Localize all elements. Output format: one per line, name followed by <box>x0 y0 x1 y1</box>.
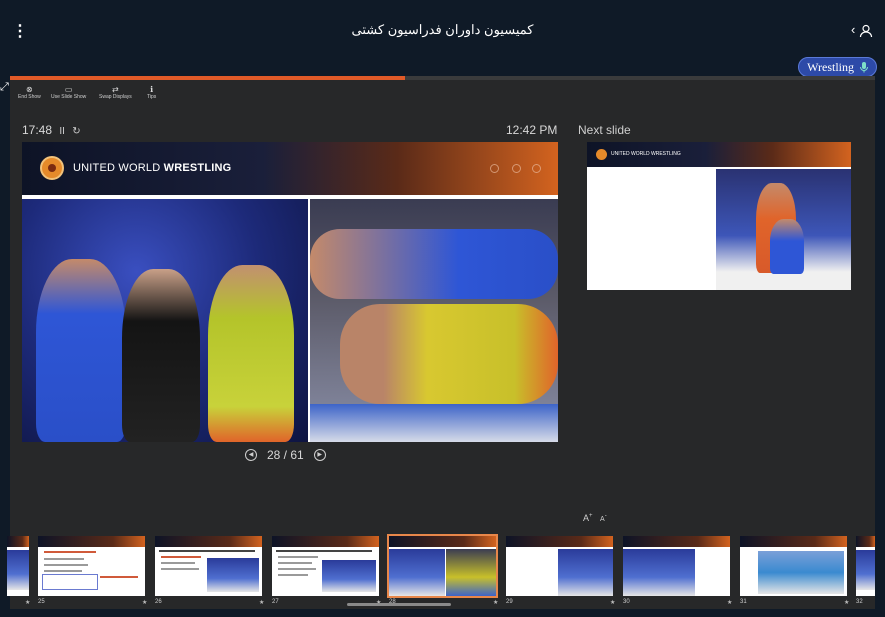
top-bar: ⋮ کمیسیون داوران فدراسیون کشتی ‹ <box>0 0 885 62</box>
thumbnail-27[interactable] <box>272 536 379 596</box>
presenter-view: ⤢ ⊗ End Show ▭ Use Slide Show ⇄ Swap Dis… <box>0 76 875 609</box>
slide-progress-fill <box>10 76 406 80</box>
uww-logo <box>40 156 64 180</box>
reset-icon[interactable]: ↻ <box>72 126 80 137</box>
next-slide-header: UNITED WORLD WRESTLING <box>587 142 851 167</box>
microphone-icon <box>860 61 868 72</box>
thumbnail-26[interactable] <box>155 536 262 596</box>
thumbnail-number: 31 <box>740 599 747 605</box>
star-icon: ★ <box>142 600 148 606</box>
participants-button[interactable]: ‹ <box>851 22 873 38</box>
end-show-button[interactable]: ⊗ End Show <box>18 85 41 100</box>
star-icon: ★ <box>610 600 616 606</box>
chevron-left-icon: ‹ <box>851 22 856 37</box>
elapsed-timer: 17:48 II ↻ <box>22 123 81 137</box>
thumbnail-number: 32 <box>856 599 863 605</box>
thumbnail-number: 26 <box>155 599 162 605</box>
font-size-controls: A+ A- <box>583 513 607 523</box>
elapsed-time: 17:48 <box>22 123 53 137</box>
previous-slide-button[interactable]: ◀ <box>245 449 257 461</box>
header-badge-icon <box>532 164 541 173</box>
speaker-name: Wrestling <box>807 60 854 74</box>
slide-counter: 28 / 61 <box>267 448 304 462</box>
star-icon: ★ <box>493 600 499 606</box>
pause-icon[interactable]: II <box>59 126 65 137</box>
star-icon: ★ <box>25 600 31 606</box>
wrestling-hold-photo <box>310 199 558 442</box>
info-icon: ℹ <box>150 85 154 94</box>
current-slide: UNITED WORLD WRESTLING <box>22 142 558 442</box>
thumbnail-partial[interactable] <box>7 536 29 596</box>
thumbnail-25[interactable] <box>38 536 145 596</box>
slide-brand: UNITED WORLD WRESTLING <box>73 162 232 174</box>
uww-logo <box>596 149 607 160</box>
slide-navigator: ◀ 28 / 61 ▶ <box>245 448 326 462</box>
thumbnail-number: 29 <box>506 599 513 605</box>
thumbnail-30[interactable] <box>623 536 730 596</box>
next-slide-photo <box>716 169 851 290</box>
header-badge-icon <box>512 164 521 173</box>
slide-thumbnail-strip: ★ 25 ★ 26 ★ 27 ★ 28 <box>7 534 875 609</box>
expand-icon[interactable]: ⤢ <box>0 81 12 93</box>
thumbnail-number: 27 <box>272 599 279 605</box>
slide-header: UNITED WORLD WRESTLING <box>22 142 558 195</box>
swap-displays-button[interactable]: ⇄ Swap Displays <box>99 85 132 100</box>
thumbnail-32[interactable] <box>856 536 875 596</box>
referee-raising-hand-photo <box>22 199 308 442</box>
thumbnail-number: 25 <box>38 599 45 605</box>
next-slide-preview[interactable]: UNITED WORLD WRESTLING <box>587 142 851 290</box>
star-icon: ★ <box>844 600 850 606</box>
next-slide-button[interactable]: ▶ <box>313 449 326 461</box>
thumbnail-number: 30 <box>623 599 630 605</box>
slideshow-icon: ▭ <box>64 85 73 94</box>
tips-button[interactable]: ℹ Tips <box>147 85 156 100</box>
swap-icon: ⇄ <box>112 85 119 94</box>
thumbnail-scrollbar[interactable] <box>347 603 451 606</box>
meeting-title: کمیسیون داوران فدراسیون کشتی <box>351 22 534 37</box>
thumbnail-29[interactable] <box>506 536 613 596</box>
speaker-pill[interactable]: Wrestling <box>798 57 877 77</box>
slide-progress-bar <box>10 76 875 80</box>
star-icon: ★ <box>259 600 265 606</box>
thumbnail-31[interactable] <box>740 536 847 596</box>
next-slide-label: Next slide <box>578 123 631 137</box>
thumbnail-28-selected[interactable] <box>387 534 498 598</box>
header-badge-icon <box>490 164 499 173</box>
star-icon: ★ <box>727 600 733 606</box>
close-circle-icon: ⊗ <box>26 85 33 94</box>
use-slide-show-button[interactable]: ▭ Use Slide Show <box>51 85 86 100</box>
next-slide-brand: UNITED WORLD WRESTLING <box>611 151 681 157</box>
current-time: 12:42 PM <box>506 123 558 137</box>
person-icon <box>859 24 873 37</box>
